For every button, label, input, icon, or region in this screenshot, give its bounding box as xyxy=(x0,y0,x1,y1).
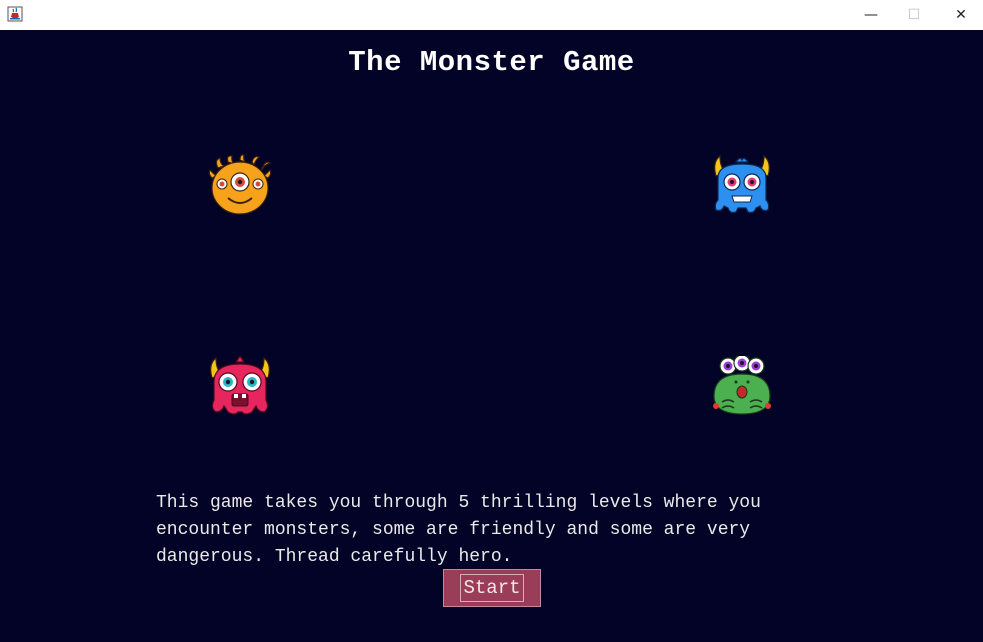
start-button-label: Start xyxy=(460,574,524,602)
window-titlebar[interactable]: — ☐ ✕ xyxy=(0,0,983,30)
blue-horned-monster-icon xyxy=(710,154,774,218)
maximize-button[interactable]: ☐ xyxy=(891,0,937,30)
green-three-eyed-monster-icon xyxy=(710,354,774,420)
orange-cyclops-monster-icon xyxy=(208,154,272,218)
minimize-icon: — xyxy=(864,7,878,23)
game-title: The Monster Game xyxy=(348,46,635,79)
java-cup-icon xyxy=(7,6,23,22)
game-panel: The Monster Game This game takes you thr… xyxy=(0,30,983,642)
pink-horned-monster-icon xyxy=(208,354,272,420)
minimize-button[interactable]: — xyxy=(848,0,894,30)
start-button[interactable]: Start xyxy=(443,569,541,607)
close-button[interactable]: ✕ xyxy=(938,0,983,30)
app-window: — ☐ ✕ The Monster Game This game takes y… xyxy=(0,0,983,642)
close-icon: ✕ xyxy=(955,7,967,23)
maximize-icon: ☐ xyxy=(907,7,921,23)
game-description: This game takes you through 5 thrilling … xyxy=(156,493,761,567)
